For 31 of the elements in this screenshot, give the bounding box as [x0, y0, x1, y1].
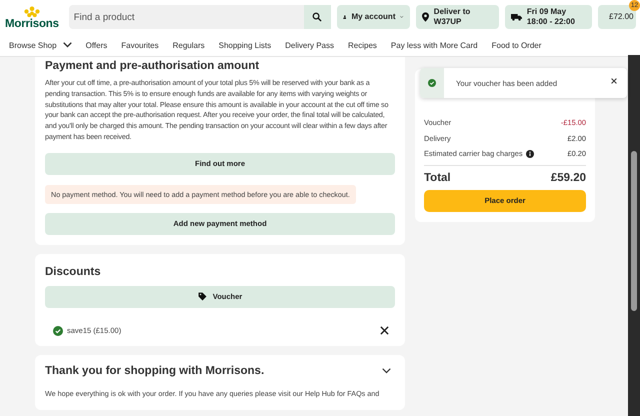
location-pin-icon	[422, 12, 429, 22]
close-icon	[380, 326, 389, 336]
truck-icon	[510, 13, 522, 21]
nav-link[interactable]: Browse Shop	[9, 40, 72, 50]
nav-link[interactable]: Recipes	[348, 40, 377, 50]
account-button[interactable]: My account	[336, 5, 410, 29]
section-heading: Payment and pre-authorisation amount	[45, 60, 260, 72]
nav-link[interactable]: Pay less with More Card	[390, 40, 478, 50]
nav-link[interactable]: Offers	[86, 40, 108, 50]
scrollbar[interactable]	[628, 55, 640, 416]
delivery-address-button[interactable]: Deliver to W37UP	[416, 5, 499, 29]
scrollbar-thumb[interactable]	[631, 151, 637, 311]
search-icon	[312, 12, 322, 22]
nav-link[interactable]: Delivery Pass	[285, 40, 334, 50]
info-icon[interactable]	[526, 150, 534, 158]
logo-text[interactable]: Morrisons	[5, 18, 59, 30]
remove-button[interactable]	[380, 326, 389, 336]
total-value: £59.20	[550, 172, 586, 184]
nav-link[interactable]: Shopping Lists	[218, 40, 272, 50]
nav-link[interactable]: Regulars	[172, 40, 205, 50]
check-circle-icon	[428, 79, 436, 87]
section-heading: Discounts	[45, 266, 102, 278]
nav-link[interactable]: Food to Order	[492, 40, 542, 50]
section-heading: Thank you for shopping with Morrisons.	[45, 364, 264, 377]
nav-link[interactable]: Favourites	[121, 40, 159, 50]
total-label: Total	[424, 172, 451, 184]
search-button[interactable]	[304, 5, 331, 29]
close-icon	[611, 78, 617, 84]
check-circle-icon	[53, 326, 63, 336]
delivery-slot-button[interactable]: Fri 09 May 18:00 - 22:00	[504, 5, 592, 29]
tag-icon	[198, 292, 207, 302]
